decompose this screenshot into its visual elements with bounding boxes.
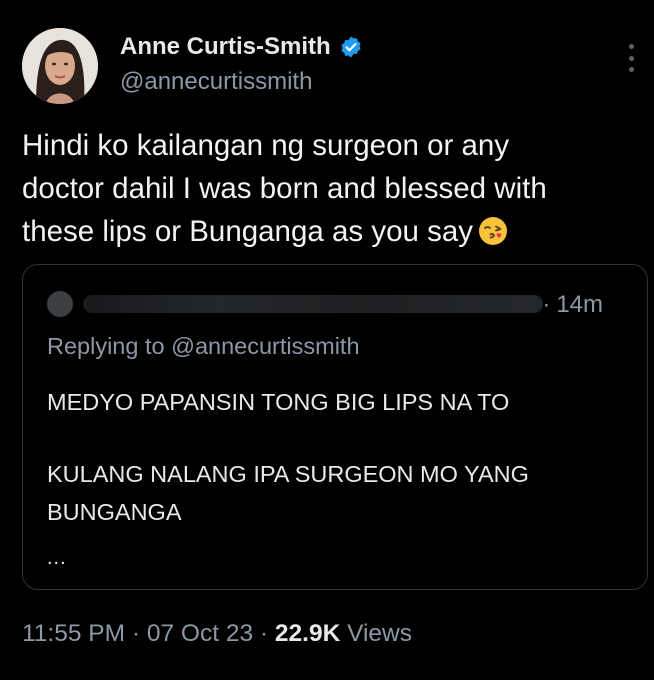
author-handle[interactable]: @annecurtissmith [120, 68, 312, 96]
replying-to-label: Replying to @annecurtissmith [47, 333, 360, 359]
more-options-icon[interactable] [626, 44, 636, 72]
author-avatar[interactable] [22, 28, 98, 104]
verified-badge-icon [339, 35, 363, 59]
tweet-text: Hindi ko kailangan ng surgeon or any doc… [22, 124, 642, 253]
meta-separator-2: · [259, 620, 269, 647]
tweet-meta: 11:55 PM · 07 Oct 23 · 22.9K Views [22, 620, 412, 648]
quoted-time-separator: · [542, 291, 551, 318]
quoted-tweet-time: · 14m [542, 291, 603, 319]
quoted-text-line-2: KULANG NALANG IPA SURGEON MO YANG BUNGAN… [47, 461, 529, 525]
quoted-author-name-redacted [83, 295, 543, 313]
views-label: Views [347, 620, 413, 647]
author-name-row: Anne Curtis-Smith [120, 33, 363, 61]
views-count: 22.9K [274, 620, 341, 647]
quoted-tweet-card[interactable]: · 14m Replying to @annecurtissmith MEDYO … [22, 264, 648, 590]
quoted-text-line-1: MEDYO PAPANSIN TONG BIG LIPS NA TO [47, 389, 510, 415]
tweet-time[interactable]: 11:55 PM [22, 620, 125, 647]
kissing-face-emoji [477, 215, 509, 247]
avatar-image [22, 28, 98, 104]
author-display-name[interactable]: Anne Curtis-Smith [120, 33, 331, 61]
quoted-time-value: 14m [556, 291, 603, 318]
meta-separator-1: · [131, 620, 141, 647]
quoted-author-avatar [47, 291, 73, 317]
tweet-text-body: Hindi ko kailangan ng surgeon or any doc… [22, 129, 547, 248]
tweet-date[interactable]: 07 Oct 23 [147, 620, 253, 647]
quoted-tweet-text: MEDYO PAPANSIN TONG BIG LIPS NA TO KULAN… [47, 383, 637, 531]
quoted-text-ellipsis: ... [47, 547, 67, 569]
